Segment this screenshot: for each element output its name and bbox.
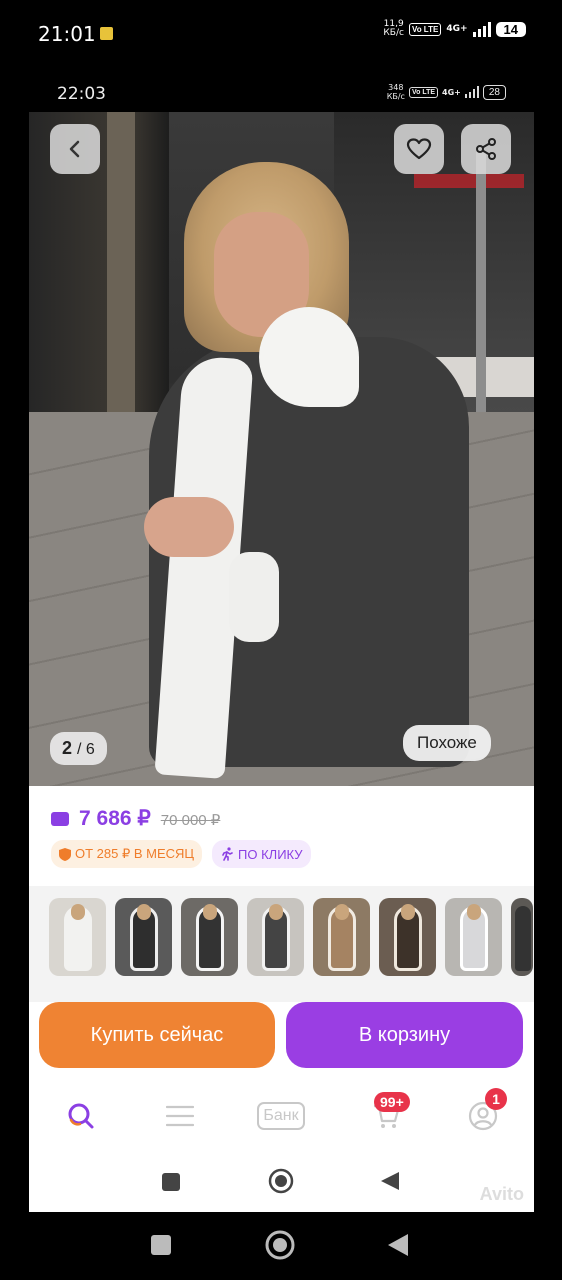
app-screen: 22:03 348 КБ/с Vo LTE 4G+ 28 2 / 6 Похож… bbox=[29, 70, 534, 1212]
notification-icon bbox=[100, 27, 113, 40]
photo-fur-cuff bbox=[229, 552, 279, 642]
device-navigation-bar bbox=[0, 1212, 562, 1280]
photo-fur-collar bbox=[259, 307, 359, 407]
inner-network-speed-value: 348 bbox=[388, 83, 404, 92]
status-indicators: 11,9 КБ/с Vo LTE 4G+ 14 bbox=[383, 20, 526, 38]
photo-counter-total: / 6 bbox=[77, 741, 95, 758]
heart-icon bbox=[406, 138, 432, 160]
battery-icon: 14 bbox=[495, 21, 526, 37]
avito-watermark: Avito bbox=[479, 1184, 524, 1204]
current-price: 7 686 ₽ bbox=[79, 807, 151, 830]
photo-model-hands bbox=[144, 497, 234, 557]
profile-count-badge: 1 bbox=[485, 1088, 507, 1110]
photo-counter-current: 2 bbox=[62, 738, 73, 758]
menu-icon bbox=[166, 1105, 194, 1127]
inner-status-indicators: 348 КБ/с Vo LTE 4G+ 28 bbox=[387, 83, 506, 101]
bottom-tab-bar: Банк 99+ 1 bbox=[29, 1082, 534, 1150]
home-icon[interactable] bbox=[268, 1168, 294, 1194]
cart-count-badge: 99+ bbox=[374, 1092, 410, 1112]
share-icon bbox=[476, 138, 496, 160]
installment-badge[interactable]: ОТ 285 ₽ В МЕСЯЦ bbox=[51, 840, 203, 868]
similar-item-thumb[interactable] bbox=[379, 898, 436, 976]
tab-search[interactable] bbox=[61, 1096, 101, 1136]
volte-icon: Vo LTE bbox=[408, 22, 442, 36]
similar-items-list bbox=[49, 898, 533, 976]
shield-icon bbox=[59, 847, 71, 861]
tab-menu[interactable] bbox=[160, 1096, 200, 1136]
device-home-icon[interactable] bbox=[265, 1230, 295, 1260]
installment-badge-label: ОТ 285 ₽ В МЕСЯЦ bbox=[75, 846, 195, 861]
photo-red-sign bbox=[414, 174, 524, 188]
inner-battery-icon: 28 bbox=[482, 84, 506, 100]
favorite-button[interactable] bbox=[394, 124, 444, 174]
wallet-icon bbox=[51, 812, 69, 826]
tab-bank[interactable]: Банк bbox=[248, 1096, 314, 1136]
similar-item-thumb[interactable] bbox=[181, 898, 238, 976]
price-section: 7 686 ₽ 70 000 ₽ ОТ 285 ₽ В МЕСЯЦ ПО КЛИ… bbox=[29, 786, 534, 886]
device-back-icon[interactable] bbox=[386, 1232, 410, 1258]
network-speed-unit: КБ/с bbox=[383, 28, 404, 38]
inner-network-speed-unit: КБ/с bbox=[386, 92, 405, 101]
similar-button[interactable]: Похоже bbox=[403, 725, 491, 761]
tab-profile[interactable]: 1 bbox=[463, 1088, 507, 1136]
chevron-left-icon bbox=[69, 140, 80, 158]
inner-status-bar: 22:03 348 КБ/с Vo LTE 4G+ 28 bbox=[29, 70, 534, 112]
old-price: 70 000 ₽ bbox=[160, 812, 221, 829]
similar-item-thumb[interactable] bbox=[511, 898, 533, 976]
inner-signal-icon bbox=[464, 86, 479, 98]
similar-item-thumb[interactable] bbox=[445, 898, 502, 976]
recents-icon[interactable] bbox=[161, 1172, 181, 1192]
similar-item-thumb[interactable] bbox=[49, 898, 106, 976]
one-click-badge[interactable]: ПО КЛИКУ bbox=[212, 840, 311, 868]
action-buttons: Купить сейчас В корзину bbox=[39, 1002, 524, 1072]
device-recents-icon[interactable] bbox=[150, 1234, 172, 1256]
inner-network-speed: 348 КБ/с bbox=[387, 83, 405, 101]
similar-items-strip bbox=[29, 886, 534, 1002]
photo-counter: 2 / 6 bbox=[50, 732, 107, 765]
back-nav-icon[interactable] bbox=[379, 1170, 401, 1192]
share-button[interactable] bbox=[461, 124, 511, 174]
status-time: 21:01 bbox=[38, 22, 96, 46]
running-person-icon bbox=[222, 847, 233, 861]
inner-navigation-bar: Avito bbox=[29, 1150, 534, 1212]
similar-item-thumb[interactable] bbox=[247, 898, 304, 976]
photo-pillar bbox=[107, 112, 135, 412]
price-row: 7 686 ₽ 70 000 ₽ bbox=[51, 806, 220, 831]
inner-network-type: 4G+ bbox=[442, 87, 461, 97]
device-status-bar: 21:01 11,9 КБ/с Vo LTE 4G+ 14 bbox=[0, 0, 562, 66]
similar-item-thumb[interactable] bbox=[313, 898, 370, 976]
price-badges: ОТ 285 ₽ В МЕСЯЦ ПО КЛИКУ bbox=[51, 840, 311, 868]
signal-icon bbox=[472, 21, 491, 37]
add-to-cart-button[interactable]: В корзину bbox=[286, 1002, 523, 1068]
one-click-badge-label: ПО КЛИКУ bbox=[238, 846, 303, 862]
photo-pole bbox=[476, 152, 486, 452]
back-button[interactable] bbox=[50, 124, 100, 174]
product-photo[interactable]: 2 / 6 Похоже bbox=[29, 112, 534, 786]
network-speed: 11,9 КБ/с bbox=[383, 20, 404, 38]
search-icon bbox=[68, 1103, 94, 1129]
similar-item-thumb[interactable] bbox=[115, 898, 172, 976]
bank-label: Банк bbox=[257, 1102, 305, 1130]
inner-volte-icon: Vo LTE bbox=[408, 86, 439, 98]
tab-cart[interactable]: 99+ bbox=[366, 1092, 410, 1136]
buy-now-button[interactable]: Купить сейчас bbox=[39, 1002, 275, 1068]
inner-status-time: 22:03 bbox=[57, 84, 106, 104]
network-type: 4G+ bbox=[446, 23, 468, 34]
